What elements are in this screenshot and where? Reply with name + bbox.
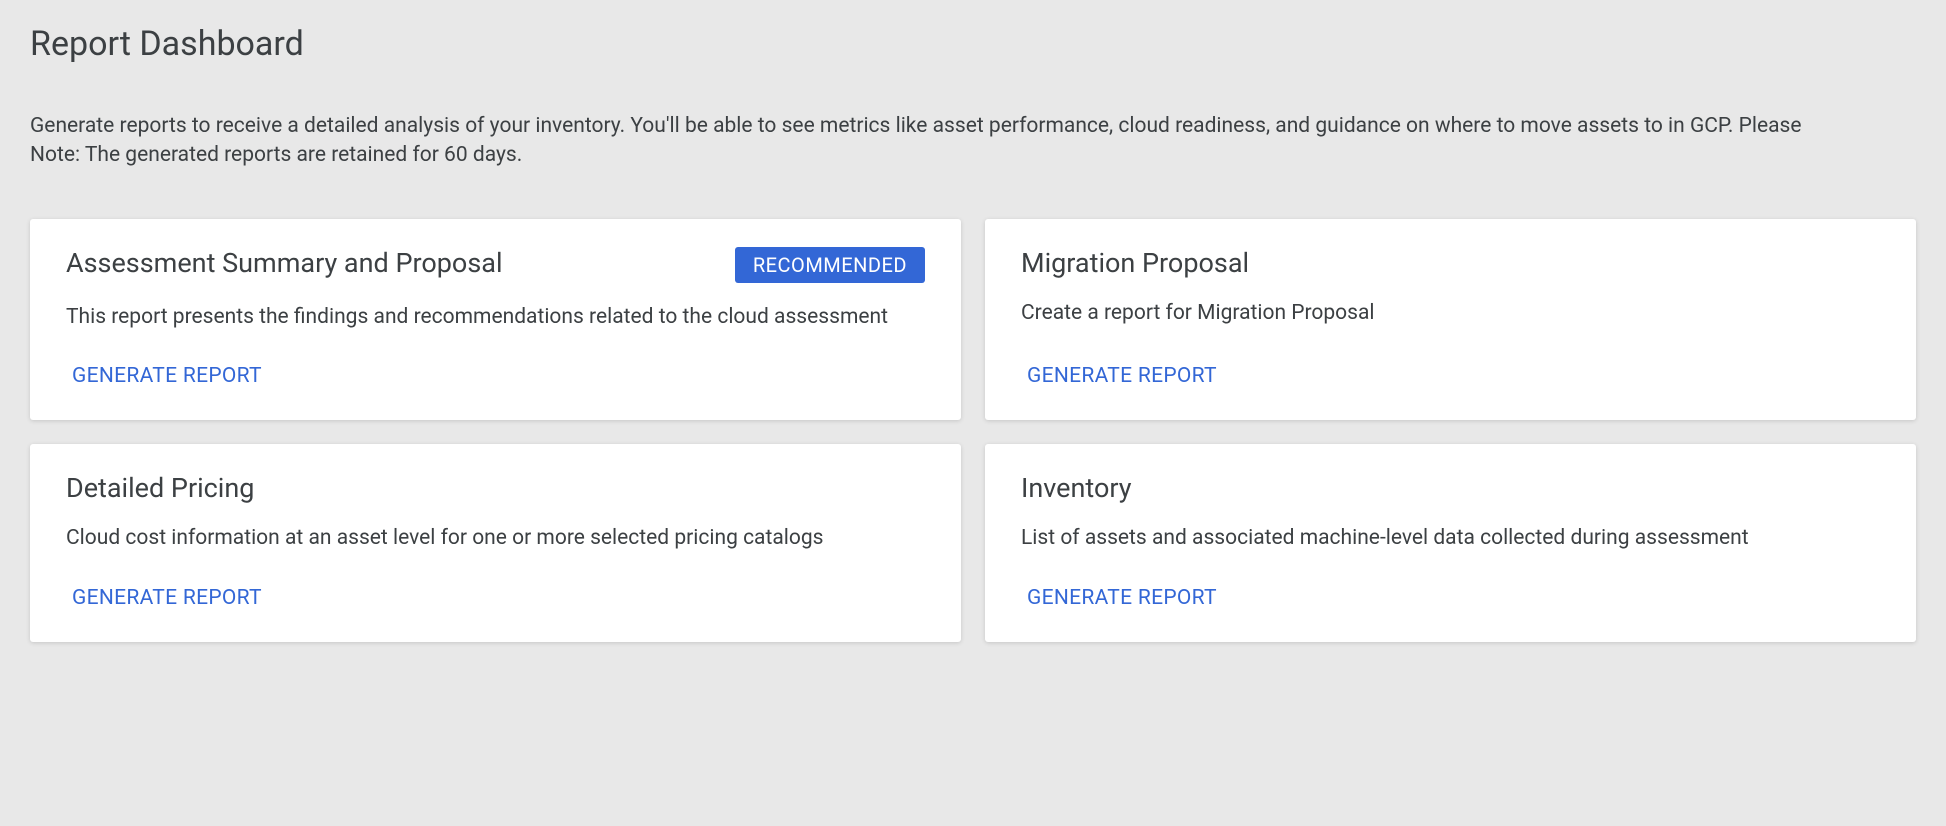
card-title: Detailed Pricing xyxy=(66,472,254,504)
card-description: Cloud cost information at an asset level… xyxy=(66,524,925,553)
page-description: Generate reports to receive a detailed a… xyxy=(30,112,1830,171)
generate-report-button[interactable]: GENERATE REPORT xyxy=(1027,360,1880,392)
card-header: Inventory xyxy=(1021,472,1880,504)
recommended-badge: RECOMMENDED xyxy=(735,247,925,283)
generate-report-button[interactable]: GENERATE REPORT xyxy=(72,582,925,614)
card-header: Migration Proposal xyxy=(1021,247,1880,279)
card-title: Migration Proposal xyxy=(1021,247,1249,279)
card-description: Create a report for Migration Proposal xyxy=(1021,299,1880,332)
card-description: List of assets and associated machine-le… xyxy=(1021,524,1880,553)
card-header: Detailed Pricing xyxy=(66,472,925,504)
generate-report-button[interactable]: GENERATE REPORT xyxy=(1027,582,1880,614)
page-title: Report Dashboard xyxy=(30,24,1916,64)
card-title: Inventory xyxy=(1021,472,1132,504)
card-title: Assessment Summary and Proposal xyxy=(66,247,503,279)
cards-grid: Assessment Summary and Proposal RECOMMEN… xyxy=(30,219,1916,642)
card-migration-proposal: Migration Proposal Create a report for M… xyxy=(985,219,1916,420)
card-assessment-summary: Assessment Summary and Proposal RECOMMEN… xyxy=(30,219,961,420)
card-inventory: Inventory List of assets and associated … xyxy=(985,444,1916,641)
card-detailed-pricing: Detailed Pricing Cloud cost information … xyxy=(30,444,961,641)
card-header: Assessment Summary and Proposal RECOMMEN… xyxy=(66,247,925,283)
card-description: This report presents the findings and re… xyxy=(66,303,925,332)
generate-report-button[interactable]: GENERATE REPORT xyxy=(72,360,925,392)
